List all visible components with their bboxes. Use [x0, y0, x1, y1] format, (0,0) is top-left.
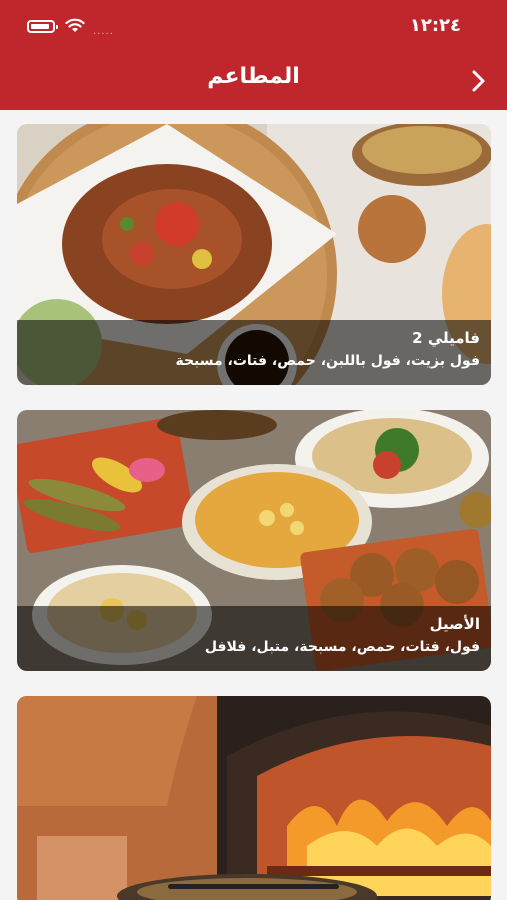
page-title: المطاعم	[207, 64, 300, 89]
card-info-overlay: الأصيل فول، فتات، حمص، مسبحة، متبل، فلاف…	[17, 606, 491, 671]
cellular-signal-icon: .....	[93, 26, 114, 37]
restaurant-name: الأصيل	[429, 615, 480, 633]
restaurant-menu-items: فول، فتات، حمص، مسبحة، متبل، فلافل	[204, 639, 480, 655]
home-indicator[interactable]	[168, 884, 339, 889]
status-time: ١٢:٢٤	[409, 15, 461, 36]
back-chevron-icon[interactable]	[465, 66, 493, 96]
restaurant-card[interactable]: فاميلي 2 فول بزيت، فول باللبن، حمص، فتات…	[17, 124, 491, 385]
status-bar: ..... ١٢:٢٤	[0, 0, 507, 50]
battery-icon	[27, 20, 58, 33]
restaurant-card[interactable]	[17, 696, 491, 900]
card-info-overlay: فاميلي 2 فول بزيت، فول باللبن، حمص، فتات…	[17, 320, 491, 385]
restaurant-menu-items: فول بزيت، فول باللبن، حمص، فتات، مسبحة	[175, 353, 480, 369]
restaurant-photo	[17, 696, 491, 900]
restaurant-name: فاميلي 2	[412, 329, 480, 347]
restaurant-card[interactable]: الأصيل فول، فتات، حمص، مسبحة، متبل، فلاف…	[17, 410, 491, 671]
wifi-icon	[65, 18, 85, 32]
app-header: ..... ١٢:٢٤ المطاعم	[0, 0, 507, 110]
